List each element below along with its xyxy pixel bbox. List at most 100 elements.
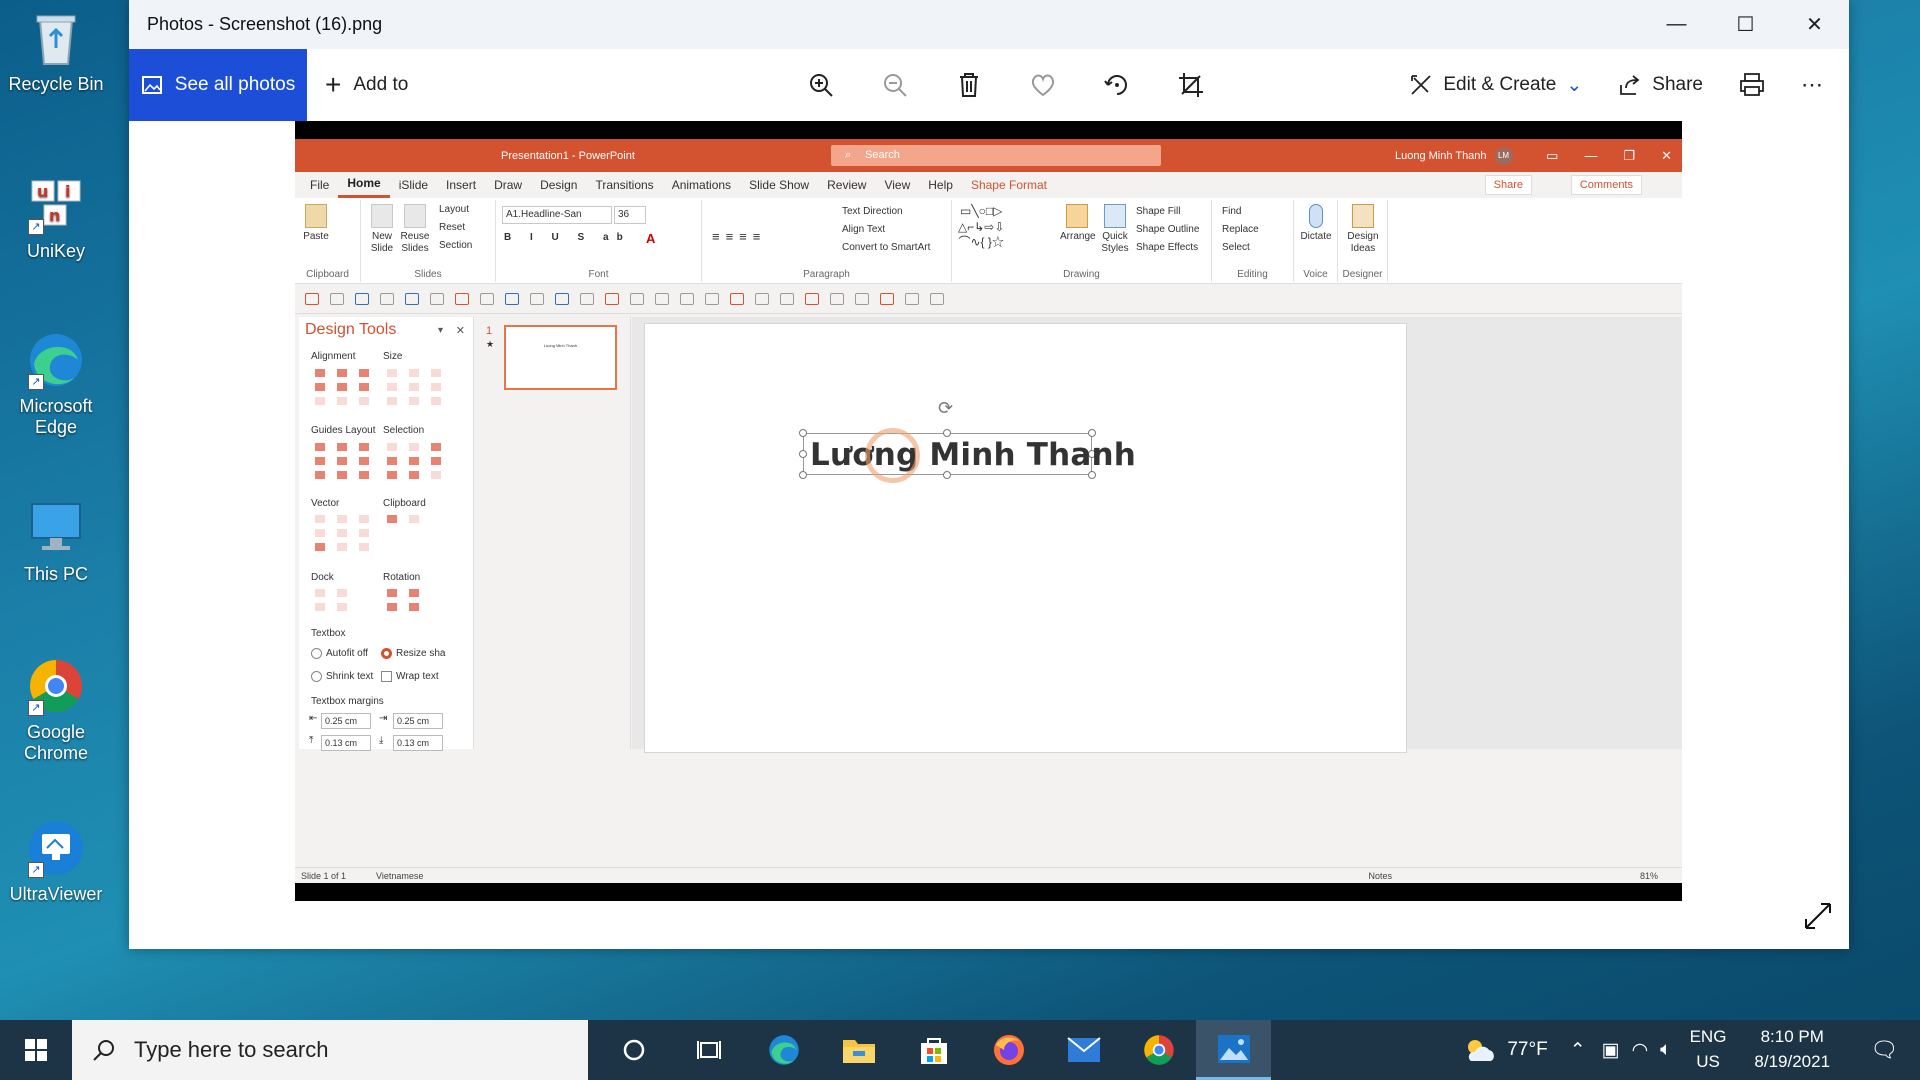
taskbar-file-explorer[interactable] bbox=[821, 1020, 896, 1080]
wrap-text-option: Wrap text bbox=[381, 671, 439, 682]
rotate-button[interactable] bbox=[1080, 49, 1154, 121]
taskbar-mail[interactable] bbox=[1046, 1020, 1121, 1080]
slide-title-text: Lương Minh Thanh bbox=[810, 437, 1137, 473]
add-to-button[interactable]: + Add to bbox=[325, 69, 408, 101]
autofit-off-option: Autofit off bbox=[311, 648, 368, 659]
toolbar-icon bbox=[355, 292, 369, 305]
font-group-label: Font bbox=[588, 269, 609, 280]
islide-toolbar bbox=[295, 284, 1682, 314]
windows-icon bbox=[25, 1039, 47, 1061]
ppt-status-bar: Slide 1 of 1 Vietnamese Notes 81% bbox=[295, 867, 1682, 883]
taskbar-photos[interactable] bbox=[1196, 1020, 1271, 1080]
volume-icon[interactable]: 🔈︎ bbox=[1660, 1039, 1671, 1061]
see-all-photos-label: See all photos bbox=[174, 74, 296, 95]
folder-icon bbox=[842, 1040, 875, 1063]
cortana-button[interactable] bbox=[596, 1020, 671, 1080]
chevron-up-icon[interactable]: ⌃ bbox=[1570, 1039, 1586, 1062]
tab-home: Home bbox=[338, 172, 390, 198]
reuse-slides-icon bbox=[404, 204, 426, 228]
reset-label: Reset bbox=[439, 222, 466, 233]
more-icon: ⋯ bbox=[1801, 72, 1823, 97]
wifi-icon[interactable]: ◠ bbox=[1632, 1039, 1649, 1062]
convert-smartart-label: Convert to SmartArt bbox=[842, 242, 931, 253]
device-icon[interactable]: ▣ bbox=[1602, 1039, 1620, 1062]
align-text-button: Align Text bbox=[842, 224, 885, 236]
desktop-icon-unikey[interactable]: uin ↗ UniKey bbox=[6, 175, 106, 262]
convert-smartart-button: Convert to SmartArt bbox=[842, 242, 930, 254]
weather-temp[interactable]: 77°F bbox=[1507, 1039, 1547, 1061]
tab-slide-show: Slide Show bbox=[749, 178, 810, 192]
reuse-slides-label: Reuse Slides bbox=[400, 231, 430, 254]
thumbnail-number: 1 bbox=[486, 325, 493, 337]
share-icon bbox=[1620, 75, 1640, 95]
taskbar-firefox[interactable] bbox=[971, 1020, 1046, 1080]
taskbar-chrome[interactable] bbox=[1121, 1020, 1196, 1080]
shape-effects-label: Shape Effects bbox=[1136, 242, 1199, 253]
toolbar-icon bbox=[905, 292, 919, 305]
zoom-out-button[interactable] bbox=[858, 49, 932, 121]
favorite-button[interactable] bbox=[1006, 49, 1080, 121]
designer-group-label: Designer bbox=[1342, 269, 1383, 280]
crop-button[interactable] bbox=[1154, 49, 1228, 121]
replace-button: Replace bbox=[1222, 224, 1259, 236]
zoom-in-button[interactable] bbox=[784, 49, 858, 121]
notification-icon[interactable]: 🗨︎ bbox=[1870, 1037, 1898, 1063]
rotate-icon bbox=[1104, 75, 1127, 95]
design-tools-title: Design Tools bbox=[305, 321, 397, 338]
tab-draw: Draw bbox=[494, 178, 523, 192]
taskbar-store[interactable] bbox=[896, 1020, 971, 1080]
desktop-icon-microsoft-edge[interactable]: ↗ Microsoft Edge bbox=[6, 330, 106, 437]
taskbar-edge[interactable] bbox=[746, 1020, 821, 1080]
font-formatting-buttons: B I U S ab bbox=[504, 232, 631, 243]
maximize-button[interactable]: ☐ bbox=[1711, 0, 1780, 49]
reuse-slides-button: Reuse Slides bbox=[399, 204, 431, 254]
minimize-button[interactable]: — bbox=[1642, 0, 1711, 49]
ppt-user: Luong Minh Thanh LM bbox=[1395, 146, 1513, 165]
dock-label: Dock bbox=[311, 572, 334, 583]
new-slide-icon bbox=[371, 204, 393, 228]
desktop-icon-google-chrome[interactable]: ↗ Google Chrome bbox=[6, 656, 106, 763]
text-direction-label: Text Direction bbox=[842, 206, 903, 217]
add-to-label: Add to bbox=[353, 74, 409, 95]
close-button[interactable]: ✕ bbox=[1780, 0, 1849, 49]
arrange-icon bbox=[1066, 204, 1088, 228]
lang-top: ENG bbox=[1689, 1027, 1727, 1047]
delete-button[interactable] bbox=[932, 49, 1006, 121]
clock[interactable]: 8:10 PM 8/19/2021 bbox=[1754, 1025, 1830, 1074]
desktop-icon-recycle-bin[interactable]: Recycle Bin bbox=[6, 8, 106, 95]
desktop-icon-label: UltraViewer bbox=[9, 884, 103, 904]
paragraph-group-label: Paragraph bbox=[803, 269, 850, 280]
clipboard-label: Clipboard bbox=[383, 498, 426, 509]
toolbar-icon bbox=[730, 292, 744, 305]
desktop-icon-ultraviewer[interactable]: ↗ UltraViewer bbox=[6, 818, 106, 905]
task-view-button[interactable] bbox=[671, 1020, 746, 1080]
slide-count: Slide 1 of 1 bbox=[301, 870, 347, 881]
edit-create-button[interactable]: Edit & Create ⌄ bbox=[1391, 49, 1600, 121]
language-indicator[interactable]: ENG US bbox=[1690, 1025, 1727, 1074]
rotation-label: Rotation bbox=[383, 572, 421, 583]
font-name-box: A1.Headline-San bbox=[502, 206, 612, 224]
system-tray: 77°F ⌃ ▣ ◠ 🔈︎ ENG US 8:10 PM 8/19/2021 🗨… bbox=[1463, 1020, 1920, 1080]
more-button[interactable]: ⋯ bbox=[1783, 49, 1849, 121]
see-all-photos-button[interactable]: See all photos bbox=[129, 49, 307, 121]
toolbar-icon bbox=[555, 292, 569, 305]
shape-outline-label: Shape Outline bbox=[1136, 224, 1200, 235]
fullscreen-button[interactable] bbox=[1803, 901, 1833, 931]
viewer-tools bbox=[784, 49, 1228, 121]
slide-thumbnail-pane: 1 ★ Luong Minh Thanh bbox=[476, 317, 631, 749]
clock-date: 8/19/2021 bbox=[1754, 1052, 1831, 1071]
paste-button: Paste bbox=[301, 204, 331, 243]
print-button[interactable] bbox=[1721, 49, 1783, 121]
desktop-icon-this-pc[interactable]: This PC bbox=[6, 498, 106, 585]
alignment-label: Alignment bbox=[311, 351, 356, 362]
shape-outline-button: Shape Outline bbox=[1136, 224, 1199, 236]
rotation-tools bbox=[387, 589, 431, 611]
share-button[interactable]: Share bbox=[1600, 49, 1721, 121]
arrange-button: Arrange bbox=[1060, 204, 1096, 243]
font-color-icon: A bbox=[646, 231, 656, 246]
taskbar-search[interactable]: Type here to search bbox=[72, 1020, 588, 1080]
clock-time: 8:10 PM bbox=[1760, 1027, 1824, 1047]
find-button: Find bbox=[1222, 206, 1241, 218]
start-button[interactable] bbox=[0, 1020, 72, 1080]
resize-handle bbox=[1088, 429, 1096, 437]
